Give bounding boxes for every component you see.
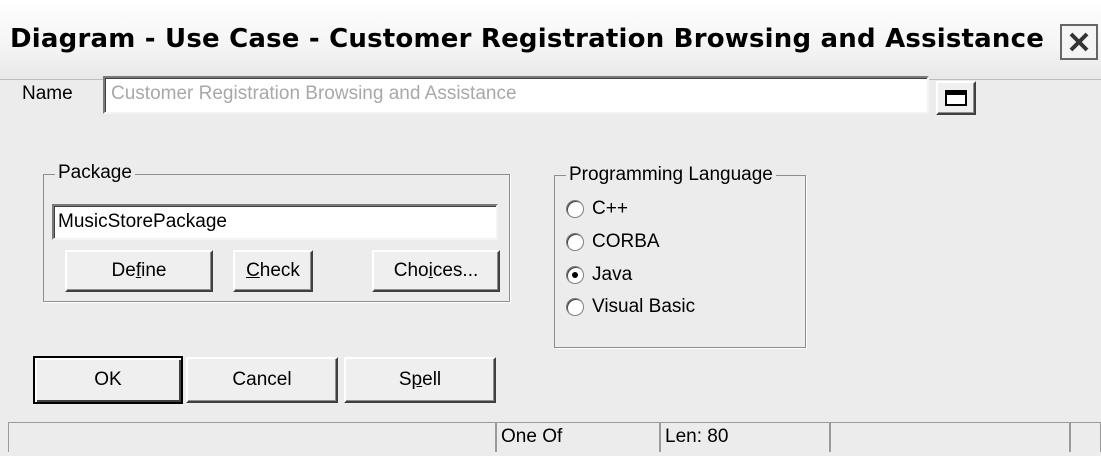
radio-icon	[566, 233, 584, 251]
name-field[interactable]: Customer Registration Browsing and Assis…	[103, 76, 929, 114]
cancel-button-label: Cancel	[232, 369, 292, 390]
check-button-label: Check	[246, 260, 300, 281]
spell-button[interactable]: Spell	[344, 357, 496, 403]
choices-button-label: Choices...	[393, 260, 479, 281]
status-cell-5	[1070, 422, 1101, 452]
radio-icon-selected	[566, 266, 584, 284]
programming-language-group-label: Programming Language	[566, 164, 776, 186]
radio-option-cpp[interactable]: C++	[566, 198, 628, 220]
define-button-label: Define	[111, 260, 167, 281]
close-icon	[1069, 32, 1089, 52]
radio-option-cpp-label: C++	[592, 198, 628, 219]
radio-icon	[566, 298, 584, 316]
package-group-label: Package	[55, 162, 135, 184]
maximize-icon	[945, 90, 967, 106]
radio-option-visual-basic-label: Visual Basic	[592, 296, 696, 317]
cancel-button[interactable]: Cancel	[186, 357, 338, 403]
name-label: Name	[22, 83, 73, 104]
define-button[interactable]: Define	[65, 250, 213, 292]
spell-button-label: Spell	[398, 369, 442, 390]
ok-button-label: OK	[94, 369, 122, 390]
status-cell-length: Len: 80	[660, 422, 830, 452]
radio-option-visual-basic[interactable]: Visual Basic	[566, 296, 695, 318]
radio-option-java-label: Java	[592, 264, 633, 285]
package-field[interactable]: MusicStorePackage	[52, 204, 498, 240]
radio-option-java[interactable]: Java	[566, 264, 632, 286]
window-title: Diagram - Use Case - Customer Registrati…	[10, 24, 1045, 54]
close-button[interactable]	[1060, 24, 1098, 60]
package-field-value: MusicStorePackage	[58, 211, 227, 232]
radio-option-corba-label: CORBA	[592, 231, 660, 252]
status-cell-mode: One Of	[496, 422, 660, 452]
status-cell-4	[830, 422, 1070, 452]
expand-name-button[interactable]	[936, 81, 976, 115]
radio-option-corba[interactable]: CORBA	[566, 231, 660, 253]
check-button[interactable]: Check	[233, 250, 313, 292]
name-field-value: Customer Registration Browsing and Assis…	[111, 83, 517, 104]
choices-button[interactable]: Choices...	[372, 250, 500, 292]
status-cell-1	[8, 422, 496, 452]
ok-button[interactable]: OK	[33, 356, 183, 404]
radio-icon	[566, 200, 584, 218]
